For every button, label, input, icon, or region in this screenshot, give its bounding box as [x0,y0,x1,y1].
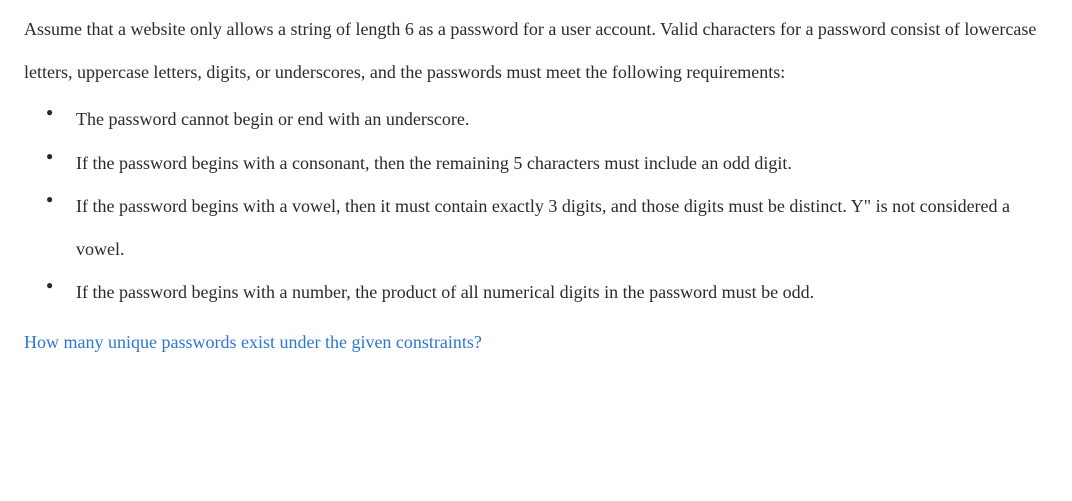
list-item: If the password begins with a vowel, the… [46,185,1052,271]
intro-paragraph: Assume that a website only allows a stri… [24,8,1052,94]
list-item: If the password begins with a number, th… [46,271,1052,314]
requirements-list: The password cannot begin or end with an… [24,98,1052,314]
list-item: The password cannot begin or end with an… [46,98,1052,141]
list-item: If the password begins with a consonant,… [46,142,1052,185]
question-text: How many unique passwords exist under th… [24,324,1052,360]
